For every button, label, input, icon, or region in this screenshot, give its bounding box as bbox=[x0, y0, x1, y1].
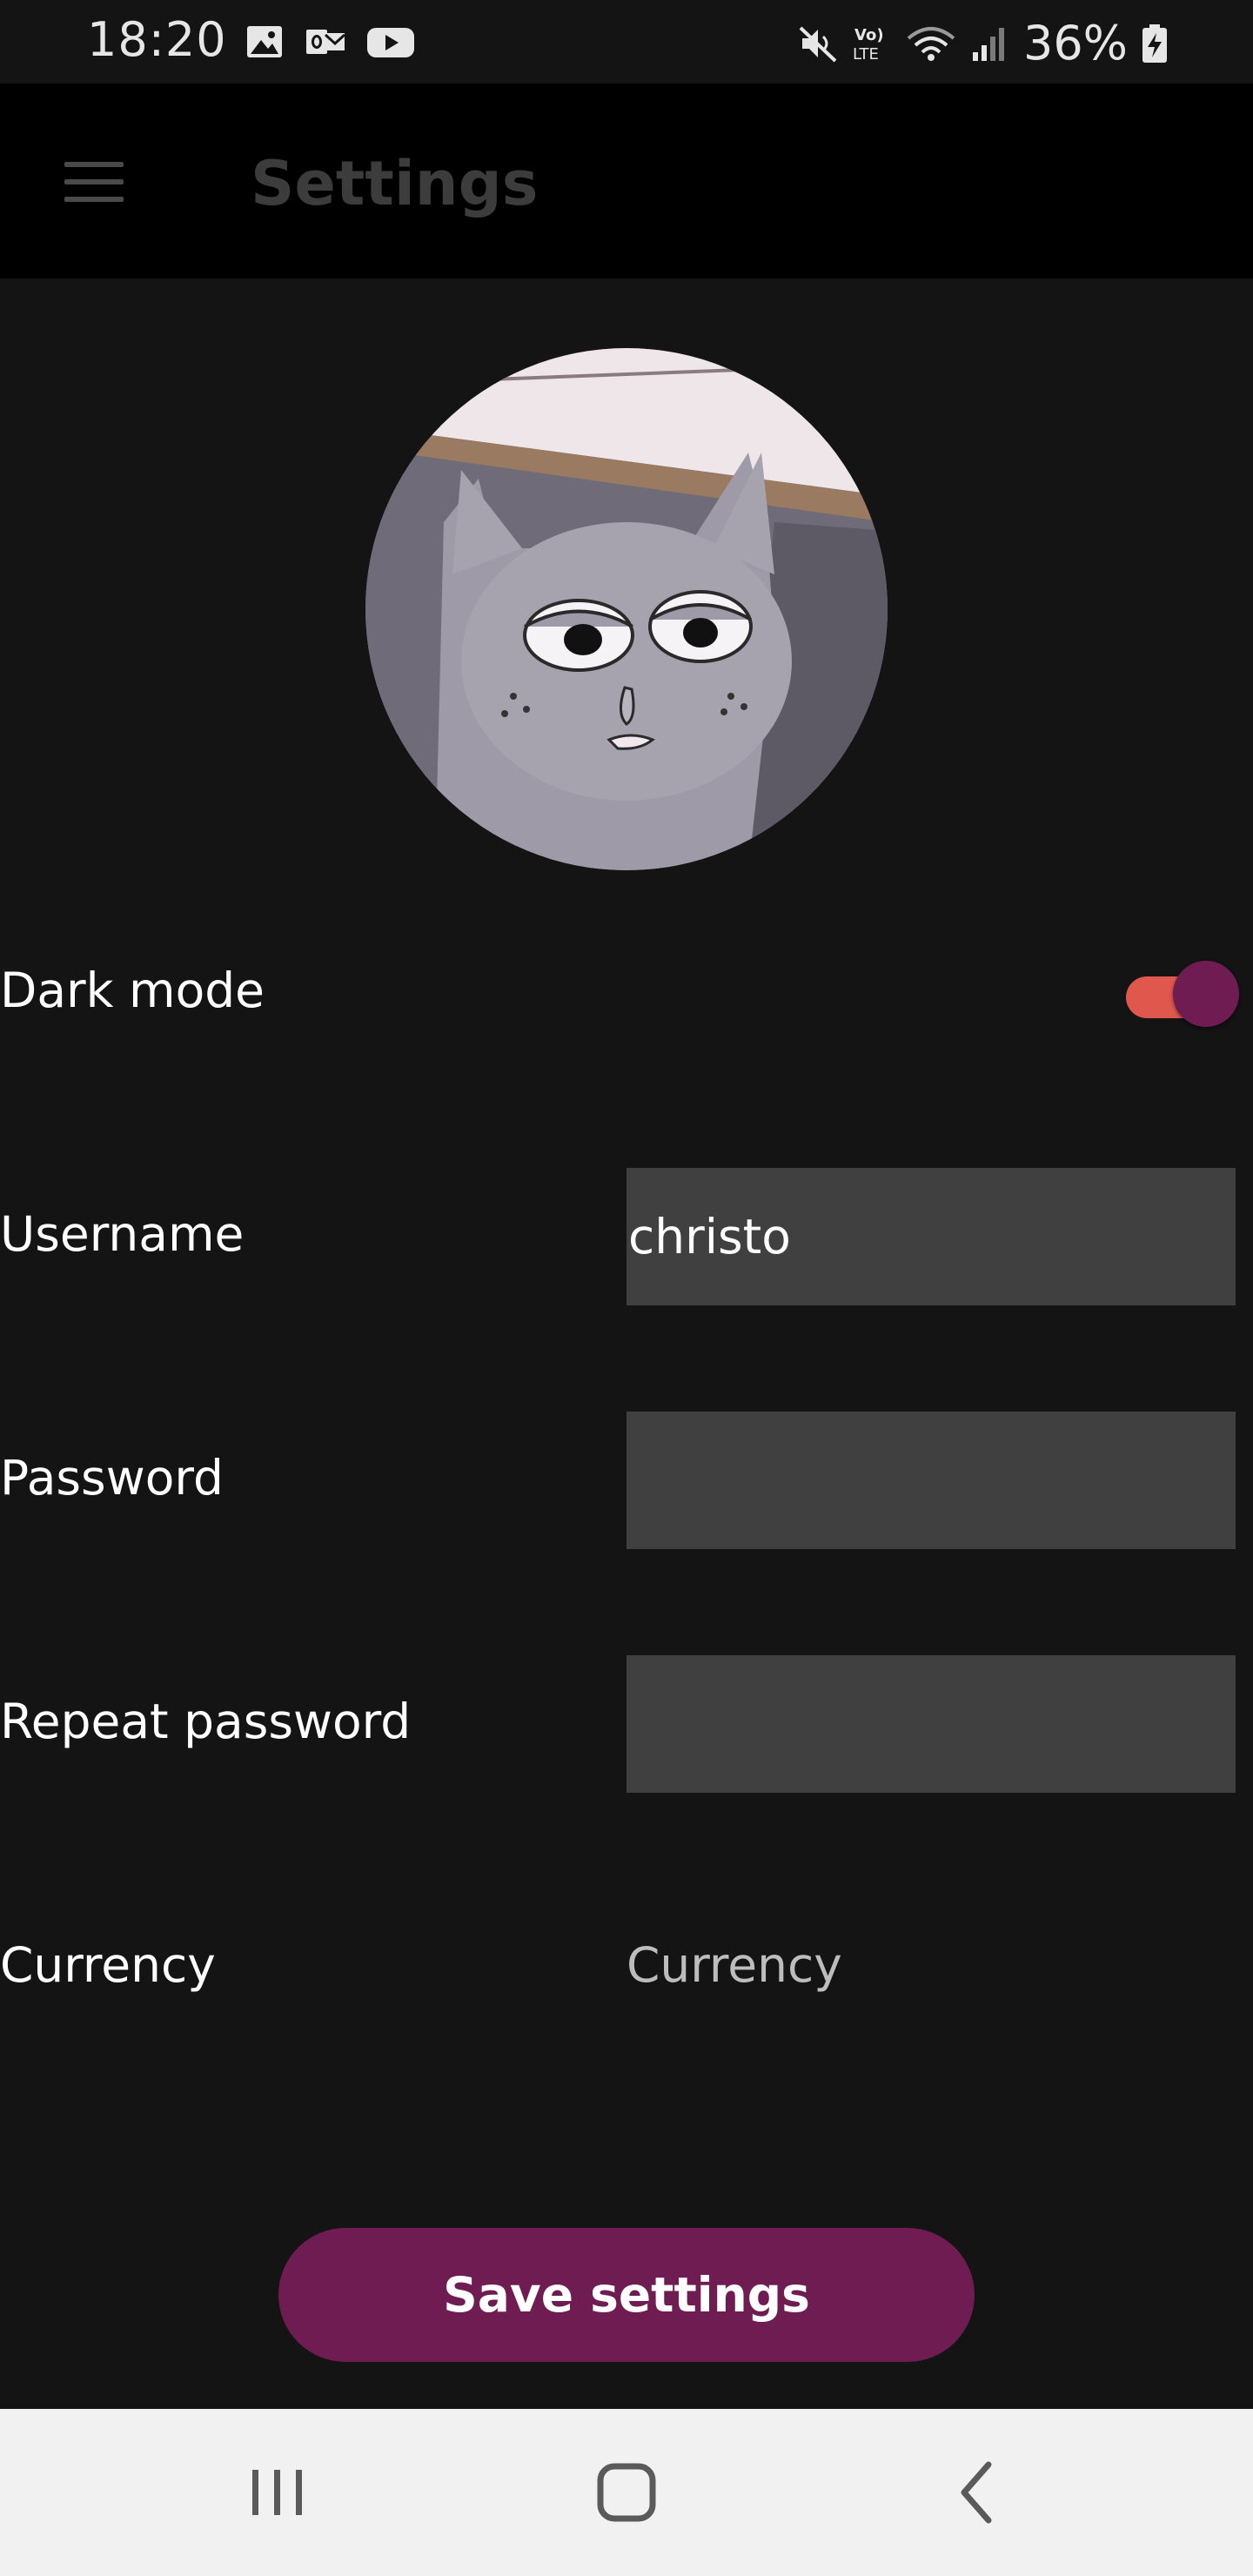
currency-select[interactable]: Currency bbox=[626, 1937, 842, 1993]
image-icon bbox=[247, 26, 282, 57]
youtube-icon bbox=[367, 28, 414, 57]
repeat-password-label: Repeat password bbox=[0, 1694, 412, 1749]
wifi-icon bbox=[907, 26, 955, 61]
signal-icon bbox=[972, 27, 1004, 61]
mute-icon bbox=[799, 26, 837, 62]
username-field[interactable] bbox=[626, 1168, 1236, 1305]
home-icon[interactable] bbox=[587, 2458, 666, 2527]
page-title: Settings bbox=[251, 148, 539, 219]
system-nav-bar bbox=[0, 2409, 1253, 2576]
battery-percent: 36% bbox=[1022, 16, 1128, 70]
save-settings-button[interactable]: Save settings bbox=[278, 2228, 975, 2362]
dark-mode-toggle[interactable] bbox=[1122, 959, 1241, 1029]
cat-avatar-icon bbox=[365, 348, 888, 870]
status-bar: 18:20 Vo) LTE 36% bbox=[0, 0, 1253, 84]
password-field[interactable] bbox=[626, 1412, 1236, 1549]
menu-button[interactable] bbox=[57, 155, 127, 207]
notification-icons bbox=[244, 21, 416, 63]
recent-apps-icon[interactable] bbox=[238, 2458, 317, 2527]
username-label: Username bbox=[0, 1206, 245, 1262]
toggle-thumb bbox=[1173, 961, 1239, 1027]
currency-label: Currency bbox=[0, 1937, 216, 1993]
status-time: 18:20 bbox=[87, 12, 227, 67]
svg-text:Vo): Vo) bbox=[854, 26, 884, 44]
back-icon[interactable] bbox=[938, 2458, 1016, 2527]
dark-mode-label: Dark mode bbox=[0, 963, 265, 1018]
app-bar: Settings bbox=[0, 84, 1253, 278]
outlook-icon bbox=[306, 30, 346, 54]
avatar[interactable] bbox=[365, 348, 888, 870]
volte-icon: Vo) LTE bbox=[853, 26, 884, 64]
password-label: Password bbox=[0, 1450, 224, 1506]
repeat-password-field[interactable] bbox=[626, 1655, 1236, 1793]
battery-charging-icon bbox=[1142, 23, 1167, 63]
system-icons: Vo) LTE 36% bbox=[797, 16, 1169, 70]
svg-text:LTE: LTE bbox=[853, 45, 879, 64]
